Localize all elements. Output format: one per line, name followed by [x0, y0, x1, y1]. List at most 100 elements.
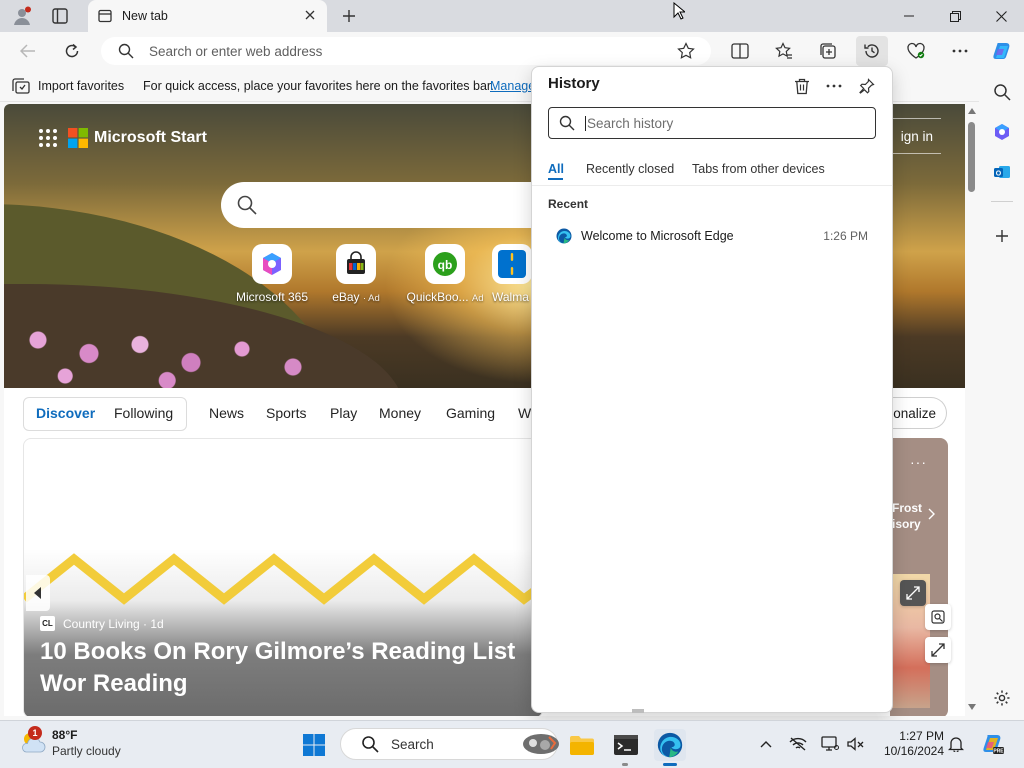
microsoft-logo-icon — [68, 128, 88, 148]
minimize-button[interactable] — [886, 0, 932, 32]
new-tab-button[interactable] — [337, 5, 361, 27]
clock-date: 10/16/2024 — [883, 744, 944, 758]
sidebar-microsoft-365-icon[interactable] — [990, 120, 1014, 144]
sidebar-settings-icon[interactable] — [990, 686, 1014, 710]
active-tab-indicator — [548, 178, 563, 180]
refresh-icon — [65, 43, 79, 58]
web-search-box[interactable] — [221, 182, 561, 228]
browser-essentials-button[interactable] — [900, 36, 932, 66]
refresh-button[interactable] — [56, 36, 88, 66]
import-icon — [12, 78, 30, 94]
history-tab-all[interactable]: All — [548, 162, 564, 176]
weather-widget[interactable]: 1 88°F Partly cloudy — [18, 726, 121, 759]
quick-link-label: Walma — [492, 290, 529, 304]
history-button[interactable] — [856, 36, 888, 66]
weather-temperature: 88°F — [52, 728, 78, 742]
network-disconnected-icon[interactable] — [788, 734, 808, 754]
back-button[interactable] — [12, 36, 44, 66]
quickbooks-icon: qb — [425, 244, 465, 284]
close-window-button[interactable] — [978, 0, 1024, 32]
history-section-recent: Recent — [548, 197, 589, 211]
file-explorer-icon[interactable] — [566, 729, 598, 761]
tab-gaming[interactable]: Gaming — [446, 405, 495, 421]
split-screen-icon — [731, 43, 749, 59]
mouse-cursor-icon — [671, 1, 687, 21]
visual-search-icon[interactable] — [925, 604, 951, 630]
start-button[interactable] — [298, 729, 330, 761]
restore-button[interactable] — [932, 0, 978, 32]
taskbar-search-label: Search — [391, 736, 434, 752]
copilot-button[interactable] — [986, 36, 1018, 66]
microsoft-start-header: Microsoft Start — [38, 128, 207, 148]
svg-text:O: O — [996, 170, 1002, 177]
search-icon — [559, 115, 575, 131]
tab-title: New tab — [122, 9, 168, 23]
article-card[interactable]: CL Country Living · 1d 10 Books On Rory … — [23, 438, 543, 716]
tab-truncated[interactable]: W — [518, 405, 531, 421]
quick-link-walmart[interactable]: Walma — [492, 244, 532, 304]
more-options-icon[interactable]: ··· — [910, 454, 927, 470]
ad-badge: Ad — [471, 293, 484, 304]
fullscreen-icon[interactable] — [925, 637, 951, 663]
settings-more-button[interactable] — [944, 36, 976, 66]
copilot-pre-icon[interactable]: PRE — [980, 731, 1006, 757]
delete-history-icon[interactable] — [789, 73, 815, 99]
article-headline[interactable]: 10 Books On Rory Gilmore’s Reading List … — [40, 636, 540, 700]
show-hidden-icons-chevron-up-icon[interactable] — [756, 734, 776, 754]
import-favorites-label: Import favorites — [38, 79, 125, 93]
history-search-input[interactable]: Search history — [548, 107, 876, 139]
chevron-right-icon[interactable] — [928, 508, 935, 520]
sidebar-outlook-icon[interactable]: O — [990, 160, 1014, 184]
app-launcher-icon[interactable] — [38, 128, 58, 148]
tab-news[interactable]: News — [209, 405, 244, 421]
tab-actions-icon[interactable] — [48, 6, 72, 26]
collections-button[interactable] — [812, 36, 844, 66]
history-tab-other-devices[interactable]: Tabs from other devices — [692, 162, 825, 176]
weather-side-card[interactable]: ··· Frost isory — [890, 438, 948, 716]
history-item-title: Welcome to Microsoft Edge — [581, 229, 734, 243]
favorite-star-icon[interactable] — [677, 42, 695, 60]
tab-sports[interactable]: Sports — [266, 405, 306, 421]
previous-slide-button[interactable] — [26, 575, 50, 611]
expand-map-icon[interactable] — [900, 580, 926, 606]
favorites-button[interactable] — [768, 36, 800, 66]
history-more-options-icon[interactable] — [821, 73, 847, 99]
tab-following[interactable]: Following — [114, 405, 173, 421]
active-app-indicator — [663, 763, 677, 766]
display-icon[interactable] — [820, 734, 840, 754]
address-bar[interactable]: Search or enter web address — [101, 37, 711, 65]
windows-logo-icon — [303, 734, 325, 756]
notification-bell-icon[interactable] — [946, 734, 966, 754]
profile-icon[interactable] — [10, 5, 34, 27]
split-screen-button[interactable] — [724, 36, 756, 66]
import-favorites-button[interactable]: Import favorites — [12, 78, 124, 94]
tab-discover[interactable]: Discover — [36, 405, 95, 421]
edge-window: { "browser": { "tab_title": "New tab", "… — [0, 0, 1024, 768]
terminal-icon[interactable] — [610, 729, 642, 761]
favorites-bar-message: For quick access, place your favorites h… — [143, 79, 494, 93]
panel-resize-handle[interactable] — [632, 709, 644, 713]
sidebar-search-icon[interactable] — [990, 80, 1014, 104]
tab-play[interactable]: Play — [330, 405, 357, 421]
system-clock[interactable]: 1:27 PM 10/16/2024 — [872, 729, 944, 759]
edge-taskbar-icon[interactable] — [654, 729, 686, 761]
history-search-placeholder: Search history — [585, 115, 674, 131]
sidebar-add-icon[interactable] — [990, 224, 1014, 248]
quick-link-quickbooks[interactable]: qb QuickBoo... Ad — [400, 244, 490, 304]
history-item[interactable]: Welcome to Microsoft Edge 1:26 PM — [540, 221, 884, 251]
article-source: CL Country Living · 1d — [40, 616, 164, 631]
manage-favorites-link[interactable]: Manage — [490, 79, 535, 93]
scrollbar-thumb[interactable] — [968, 122, 975, 192]
collections-icon — [820, 43, 836, 59]
quick-link-microsoft-365[interactable]: Microsoft 365 — [227, 244, 317, 304]
quick-link-ebay[interactable]: eBay · Ad — [311, 244, 401, 304]
clock-time: 1:27 PM — [899, 729, 944, 743]
volume-muted-icon[interactable] — [846, 734, 866, 754]
tab-new-tab[interactable]: New tab — [88, 0, 327, 32]
tab-money[interactable]: Money — [379, 405, 421, 421]
taskbar-search-box[interactable]: Search — [340, 728, 559, 760]
page-scrollbar[interactable] — [965, 104, 979, 716]
pin-icon[interactable] — [854, 73, 880, 99]
close-tab-icon[interactable] — [304, 9, 316, 21]
history-tab-recently-closed[interactable]: Recently closed — [586, 162, 674, 176]
